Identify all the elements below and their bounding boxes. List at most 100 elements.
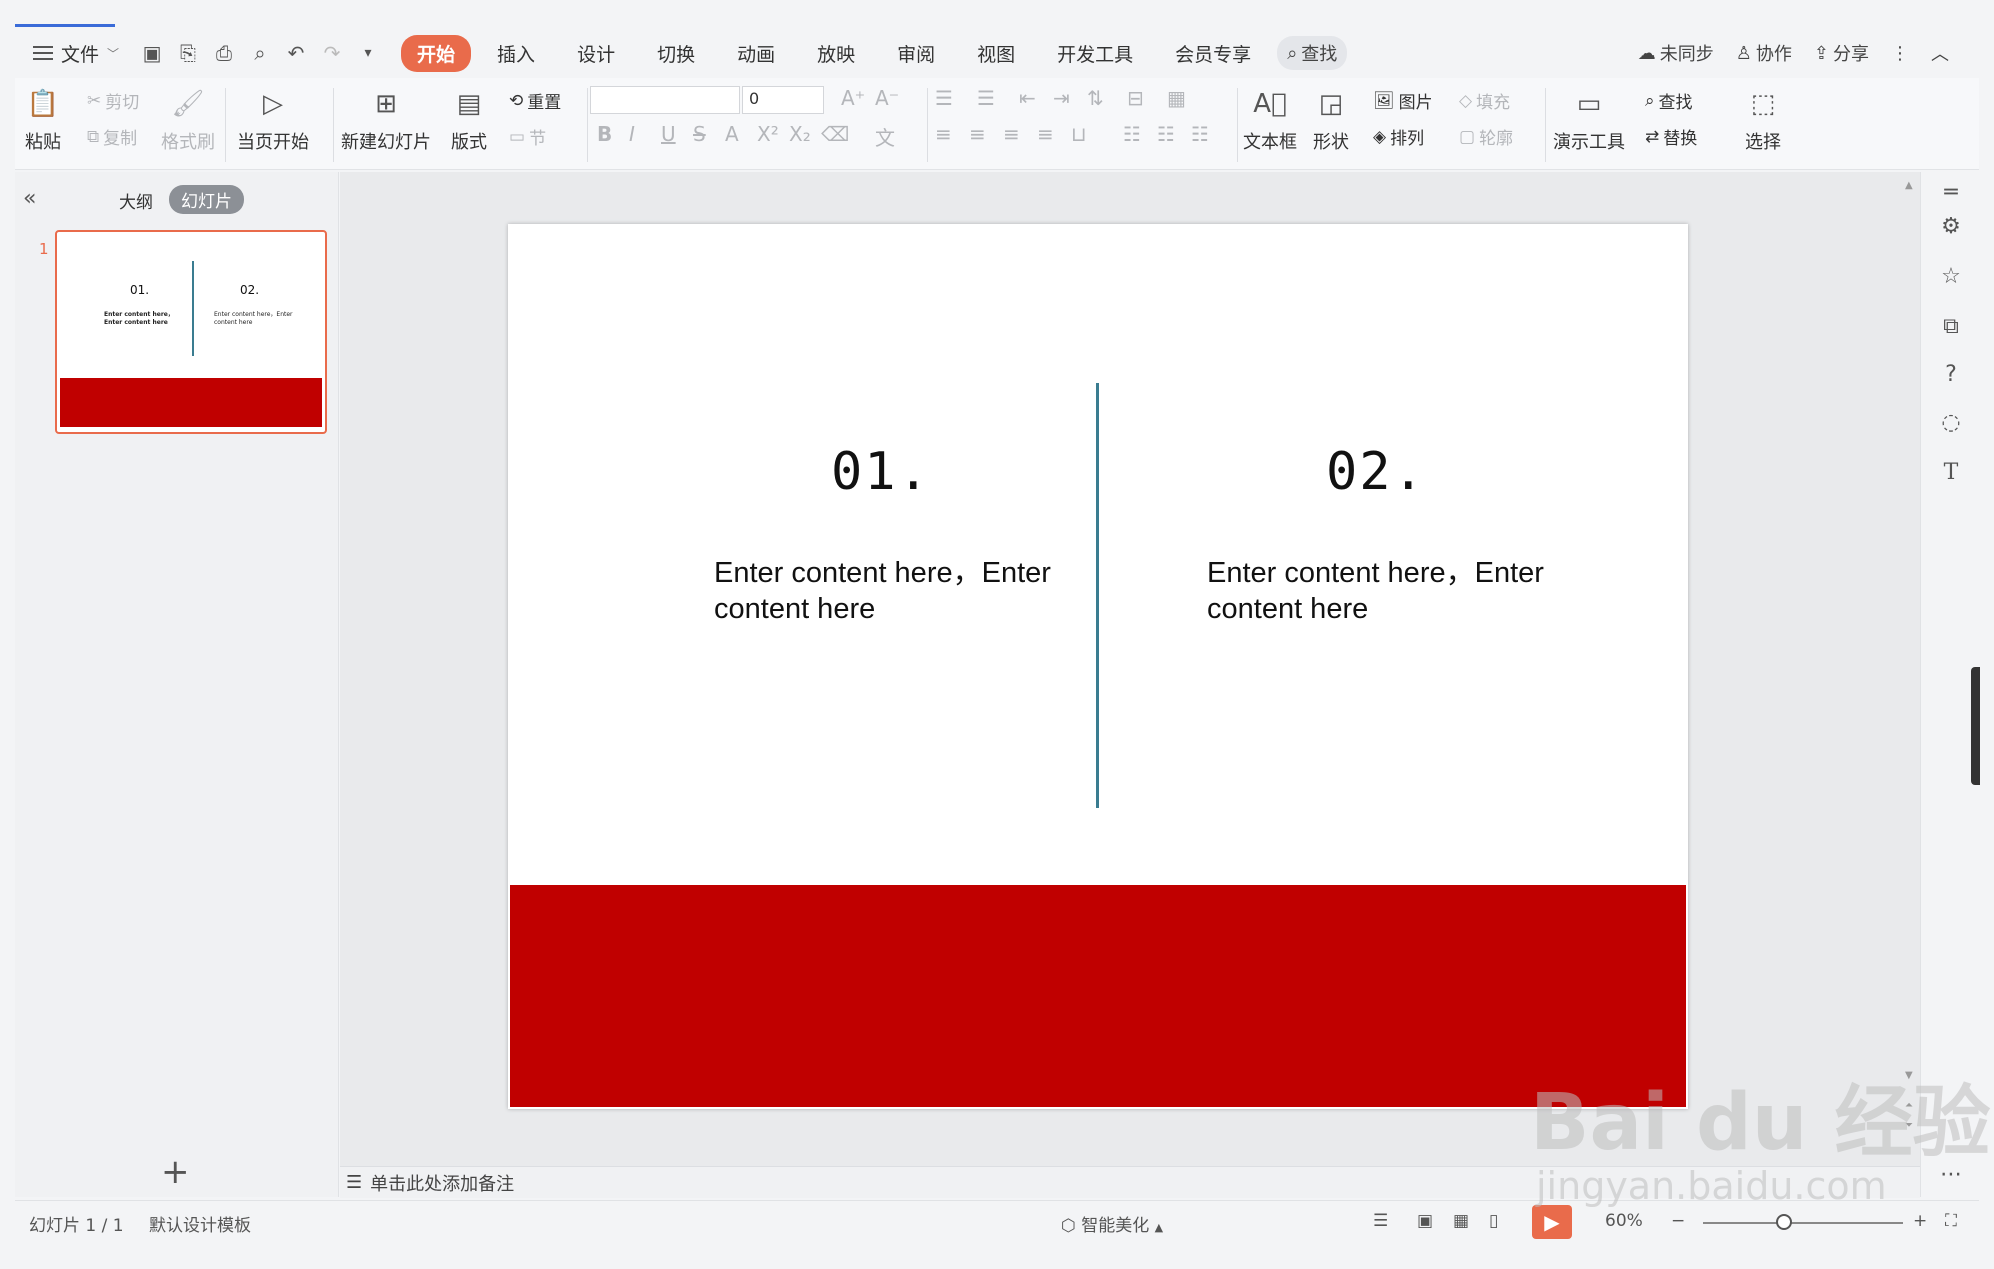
font-family-select[interactable] (590, 86, 740, 114)
col1-text[interactable]: Enter content here，Enter content here (714, 555, 1074, 627)
add-slide-button[interactable]: + (161, 1152, 190, 1192)
align-text-icon[interactable]: ⊟ (1127, 86, 1144, 110)
arrange-button[interactable]: ◈ 排列 (1373, 124, 1424, 150)
save-icon[interactable]: ▣ (141, 41, 163, 65)
play-current-button[interactable]: ▷ 当页开始 (237, 78, 309, 154)
decrease-font-icon[interactable]: A⁻ (875, 86, 899, 110)
slide[interactable]: 01. 02. Enter content here，Enter content… (508, 224, 1688, 1109)
tab-home[interactable]: 开始 (401, 34, 472, 72)
tab-insert[interactable]: 插入 (481, 35, 551, 72)
slideshow-play-button[interactable]: ▶ (1532, 1205, 1572, 1239)
scroll-up-icon[interactable]: ▲ (1905, 180, 1913, 191)
col1-number[interactable]: 01. (831, 442, 931, 502)
col2-number[interactable]: 02. (1326, 442, 1426, 502)
justify-icon[interactable]: ≡ (1037, 122, 1054, 146)
normal-view-icon[interactable]: ▣ (1417, 1211, 1433, 1231)
bullet-list-icon[interactable]: ☰ (935, 86, 953, 110)
slide-thumbnail[interactable]: 01. 02. Enter content here，Enter content… (55, 230, 327, 434)
format-painter-button[interactable]: 🖌 格式刷 (161, 78, 215, 154)
tab-design[interactable]: 设计 (561, 35, 631, 72)
star-icon[interactable]: ☆ (1939, 264, 1963, 289)
paragraph-spacing-icon[interactable]: ☷ (1157, 122, 1175, 146)
increase-font-icon[interactable]: A⁺ (841, 86, 865, 110)
numbered-list-icon[interactable]: ☰ (977, 86, 995, 110)
text-direction-icon[interactable]: ⇅ (1087, 86, 1104, 110)
zoom-slider[interactable] (1703, 1222, 1903, 1224)
align-right-icon[interactable]: ≡ (1003, 122, 1020, 146)
tab-review[interactable]: 审阅 (881, 35, 951, 72)
copy-button[interactable]: ⧉ 复制 (87, 124, 137, 150)
outline-button[interactable]: ▢ 轮廓 (1459, 124, 1513, 150)
picture-button[interactable]: 🖼 图片 (1373, 88, 1433, 114)
italic-icon[interactable]: I (629, 122, 635, 146)
paste-button[interactable]: 📋 粘贴 (25, 78, 61, 154)
redo-icon[interactable]: ↷ (321, 41, 343, 65)
distribute-icon[interactable]: ⊔ (1071, 122, 1087, 146)
col2-text[interactable]: Enter content here，Enter content here (1207, 555, 1567, 627)
properties-icon[interactable]: ⚙ (1939, 214, 1963, 239)
reading-view-icon[interactable]: ▯ (1489, 1211, 1498, 1231)
tab-slideshow[interactable]: 放映 (801, 35, 871, 72)
tab-animation[interactable]: 动画 (721, 35, 791, 72)
cut-button[interactable]: ✂ 剪切 (87, 88, 139, 114)
template-name[interactable]: 默认设计模板 (149, 1211, 251, 1236)
slide-sorter-icon[interactable]: ▦ (1453, 1211, 1469, 1231)
search-tab[interactable]: ⌕ 查找 (1277, 36, 1348, 70)
new-slide-button[interactable]: ⊞ 新建幻灯片 (341, 78, 431, 154)
zoom-level[interactable]: 60% (1605, 1211, 1643, 1231)
print-icon[interactable]: ⎙ (213, 41, 235, 65)
lightbulb-icon[interactable]: ◌ (1939, 410, 1963, 435)
sync-status-button[interactable]: ☁ 未同步 (1638, 40, 1714, 66)
select-button[interactable]: ⬚ 选择 (1745, 78, 1781, 154)
file-menu-button[interactable]: 文件 ﹀ (33, 40, 119, 67)
undo-icon[interactable]: ↶ (285, 41, 307, 65)
more-options-icon[interactable]: ⋮ (1891, 43, 1909, 64)
font-size-select[interactable]: 0 (742, 86, 824, 114)
superscript-icon[interactable]: X² (757, 122, 779, 146)
customize-dropdown-icon[interactable]: ▾ (357, 45, 379, 61)
clear-format-icon[interactable]: ⌫ (821, 122, 849, 146)
strikethrough-icon[interactable]: S (693, 122, 706, 146)
underline-icon[interactable]: U (661, 122, 676, 146)
zoom-out-icon[interactable]: − (1671, 1211, 1685, 1231)
section-button[interactable]: ▭ 节 (509, 124, 546, 150)
help-icon[interactable]: ? (1939, 362, 1963, 387)
zoom-slider-knob[interactable] (1776, 1214, 1792, 1230)
collaborate-button[interactable]: ♙ 协作 (1736, 40, 1792, 66)
layout-button[interactable]: ▤ 版式 (451, 78, 487, 154)
shape-button[interactable]: ◲ 形状 (1313, 78, 1349, 154)
menu-lines-icon[interactable]: ═ (1939, 180, 1963, 205)
tab-view[interactable]: 视图 (961, 35, 1031, 72)
fill-button[interactable]: ◇ 填充 (1459, 88, 1510, 114)
reset-button[interactable]: ⟲ 重置 (509, 88, 561, 114)
replace-button[interactable]: ⇄ 替换 (1645, 124, 1697, 150)
tab-developer[interactable]: 开发工具 (1041, 35, 1149, 72)
textbox-button[interactable]: A⃞ 文本框 (1243, 78, 1297, 154)
text-icon[interactable]: T (1939, 460, 1963, 485)
tab-slides[interactable]: 幻灯片 (169, 185, 244, 214)
find-button[interactable]: ⌕ 查找 (1645, 88, 1693, 114)
column-icon[interactable]: ☷ (1191, 122, 1209, 146)
slide-transition-icon[interactable]: ⧉ (1939, 314, 1963, 339)
line-spacing-icon[interactable]: ☷ (1123, 122, 1141, 146)
collapse-panel-icon[interactable]: « (23, 186, 36, 211)
export-icon[interactable]: ⎘ (177, 41, 199, 65)
notes-toggle-icon[interactable]: ☰ (1373, 1211, 1388, 1231)
increase-indent-icon[interactable]: ⇥ (1053, 86, 1070, 110)
subscript-icon[interactable]: X₂ (789, 122, 811, 146)
align-center-icon[interactable]: ≡ (969, 122, 986, 146)
vertical-scrollbar[interactable]: ▲ ▼ ⏶ ⏷ (1905, 180, 1917, 1140)
font-color-icon[interactable]: A (725, 122, 739, 146)
smart-beautify-button[interactable]: ⬡ 智能美化 ▲ (1061, 1211, 1163, 1236)
side-drawer-handle[interactable] (1971, 667, 1980, 785)
present-tools-button[interactable]: ▭ 演示工具 (1553, 78, 1625, 154)
align-left-icon[interactable]: ≡ (935, 122, 952, 146)
bold-icon[interactable]: B (597, 122, 612, 146)
collapse-ribbon-icon[interactable]: ︿ (1931, 40, 1949, 66)
tab-outline[interactable]: 大纲 (119, 188, 153, 213)
tab-member[interactable]: 会员专享 (1159, 35, 1267, 72)
share-button[interactable]: ⇪ 分享 (1814, 40, 1869, 66)
tab-transition[interactable]: 切换 (641, 35, 711, 72)
phonetic-icon[interactable]: 文 (875, 122, 895, 151)
fit-window-icon[interactable]: ⛶ (1945, 1211, 1957, 1231)
